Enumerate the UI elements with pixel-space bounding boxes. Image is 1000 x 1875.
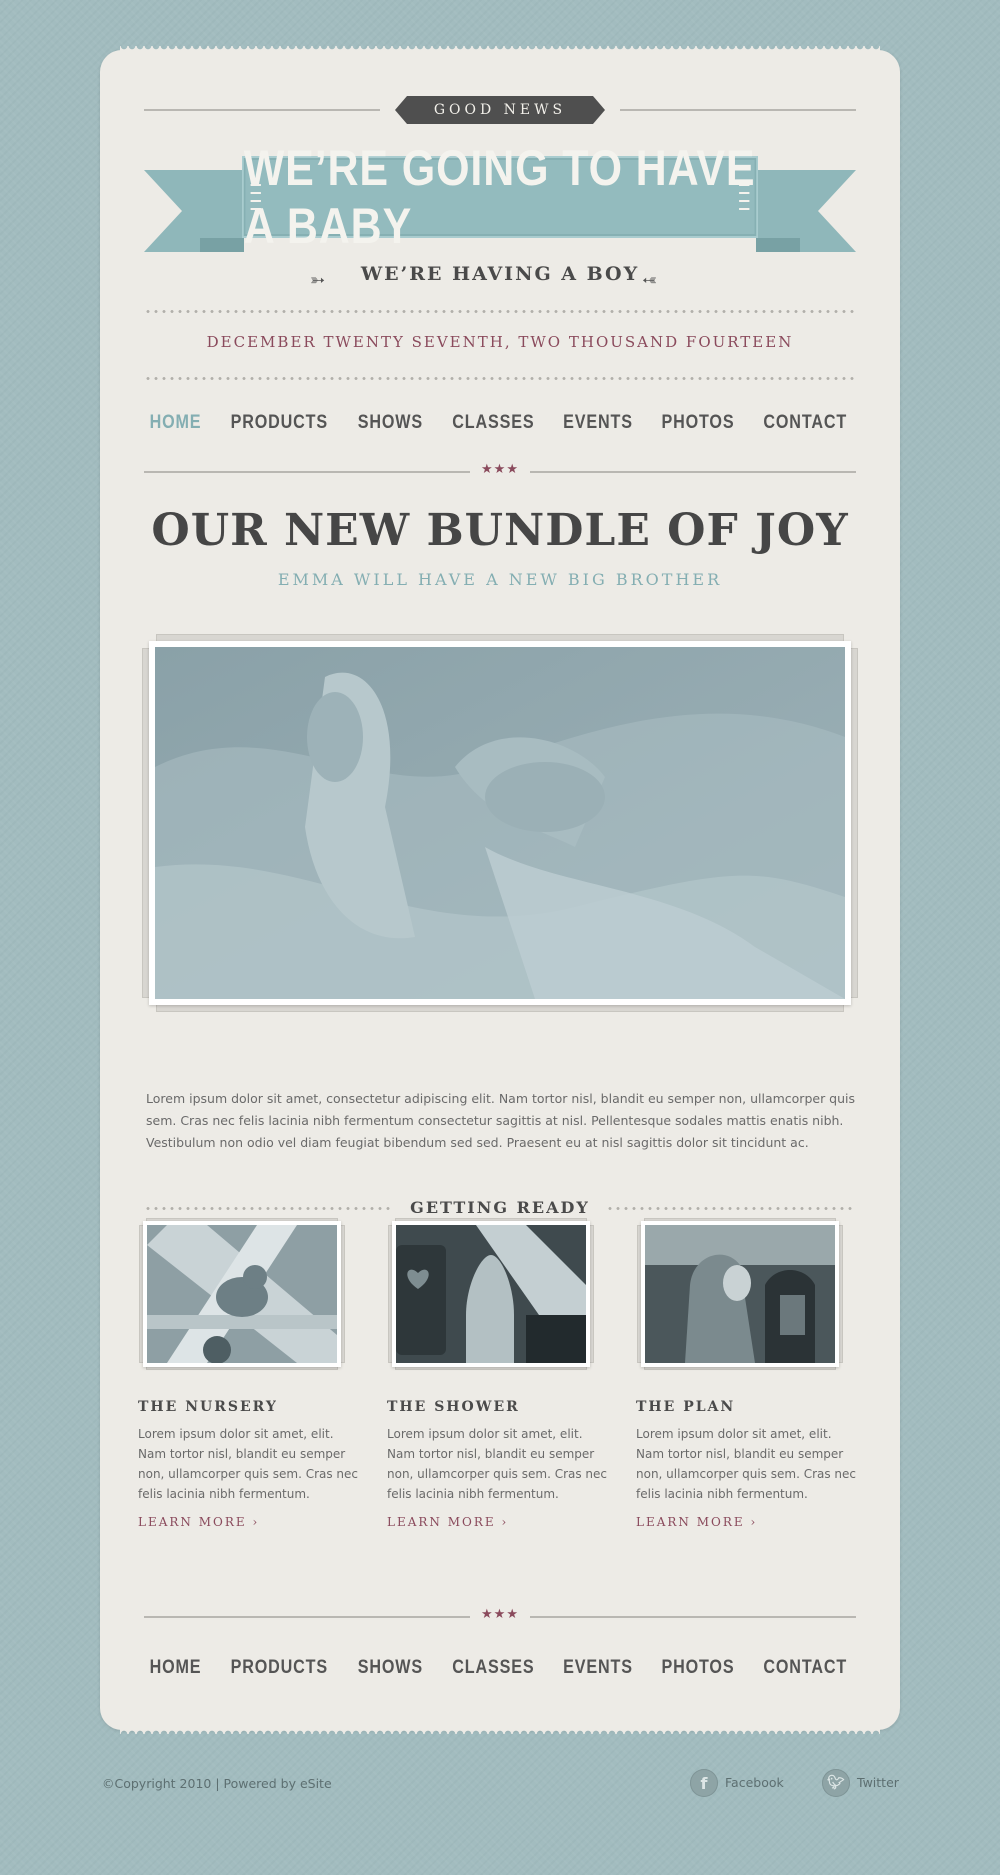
learn-more-plan-link[interactable]: LEARN MORE › — [636, 1515, 757, 1529]
divider-line — [530, 1616, 856, 1618]
hero-subtitle: EMMA WILL HAVE A NEW BIG BROTHER — [277, 570, 723, 589]
column-text-plan: Lorem ipsum dolor sit amet, elit. Nam to… — [636, 1427, 857, 1501]
event-date: DECEMBER TWENTY SEVENTH, TWO THOUSAND FO… — [206, 333, 794, 351]
banner-headline: WE’RE GOING TO HAVE A BABY — [242, 140, 758, 254]
divider-line — [144, 1616, 470, 1618]
announcement-card: GOOD NEWS WE’RE GOING TO HAVE A BABY ➳ W… — [100, 46, 900, 1734]
divider-line — [530, 471, 856, 473]
twitter-link[interactable]: Twitter — [857, 1775, 899, 1790]
banner-text: WE’RE GOING TO HAVE A BABY — [243, 140, 756, 254]
nursery-photo-frame — [143, 1221, 341, 1367]
hero-photo-frame — [149, 641, 851, 1005]
shower-photo — [396, 1225, 586, 1363]
nav-products[interactable]: PRODUCTS — [230, 1657, 327, 1679]
nav-photos[interactable]: PHOTOS — [661, 1657, 734, 1679]
facebook-icon[interactable]: f — [690, 1769, 718, 1797]
learn-more-nursery-link[interactable]: LEARN MORE › — [138, 1515, 259, 1529]
hero-paragraph: Lorem ipsum dolor sit amet, consectetur … — [146, 1091, 856, 1150]
nav-events[interactable]: EVENTS — [563, 1657, 633, 1679]
divider-line — [620, 109, 856, 111]
dotted-divider — [144, 310, 856, 313]
ribbon-fold — [200, 238, 244, 252]
divider-line — [144, 471, 470, 473]
stitch-decoration — [250, 184, 261, 214]
stitch-decoration — [739, 184, 750, 214]
learn-more-shower-link[interactable]: LEARN MORE › — [387, 1515, 508, 1529]
stars-ornament: ★★★ — [481, 1607, 519, 1622]
bottom-nav: HOME PRODUCTS SHOWS CLASSES EVENTS PHOTO… — [145, 1657, 855, 1679]
nav-shows[interactable]: SHOWS — [358, 1657, 423, 1679]
twitter-icon[interactable]: 🐦︎ — [822, 1769, 850, 1797]
nav-contact[interactable]: CONTACT — [764, 1657, 848, 1679]
section-title: GETTING READY — [410, 1198, 590, 1217]
column-text-nursery: Lorem ipsum dolor sit amet, elit. Nam to… — [138, 1427, 359, 1501]
facebook-link[interactable]: Facebook — [725, 1775, 784, 1790]
nursery-photo — [147, 1225, 337, 1364]
nav-events[interactable]: EVENTS — [563, 412, 633, 434]
nav-home[interactable]: HOME — [150, 412, 202, 434]
nav-shows[interactable]: SHOWS — [358, 412, 423, 434]
hero-title: OUR NEW BUNDLE OF JOY — [151, 505, 849, 556]
top-nav: HOME PRODUCTS SHOWS CLASSES EVENTS PHOTO… — [145, 412, 855, 434]
column-title-plan: THE PLAN — [636, 1399, 736, 1415]
column-text-shower: Lorem ipsum dolor sit amet, elit. Nam to… — [387, 1427, 608, 1501]
arrow-left-icon: ➳ — [642, 270, 658, 291]
dotted-divider — [144, 1207, 394, 1210]
dotted-divider — [606, 1207, 856, 1210]
nav-products[interactable]: PRODUCTS — [230, 412, 327, 434]
plan-photo-frame — [641, 1221, 839, 1367]
tagline: WE’RE HAVING A BOY — [360, 263, 640, 285]
good-news-badge: GOOD NEWS — [395, 96, 605, 124]
divider-line — [144, 109, 380, 111]
nav-home[interactable]: HOME — [150, 1657, 202, 1679]
baby-feet-photo — [155, 647, 845, 999]
shower-photo-frame — [392, 1221, 590, 1367]
nav-photos[interactable]: PHOTOS — [661, 412, 734, 434]
plan-photo — [645, 1225, 835, 1363]
column-title-nursery: THE NURSERY — [138, 1399, 278, 1415]
nav-contact[interactable]: CONTACT — [764, 412, 848, 434]
nav-classes[interactable]: CLASSES — [452, 1657, 534, 1679]
nav-classes[interactable]: CLASSES — [452, 412, 534, 434]
ribbon-fold — [756, 238, 800, 252]
column-title-shower: THE SHOWER — [387, 1399, 520, 1415]
stars-ornament: ★★★ — [481, 462, 519, 477]
dotted-divider — [144, 377, 856, 380]
copyright: ©Copyright 2010 | Powered by eSite — [102, 1776, 332, 1791]
